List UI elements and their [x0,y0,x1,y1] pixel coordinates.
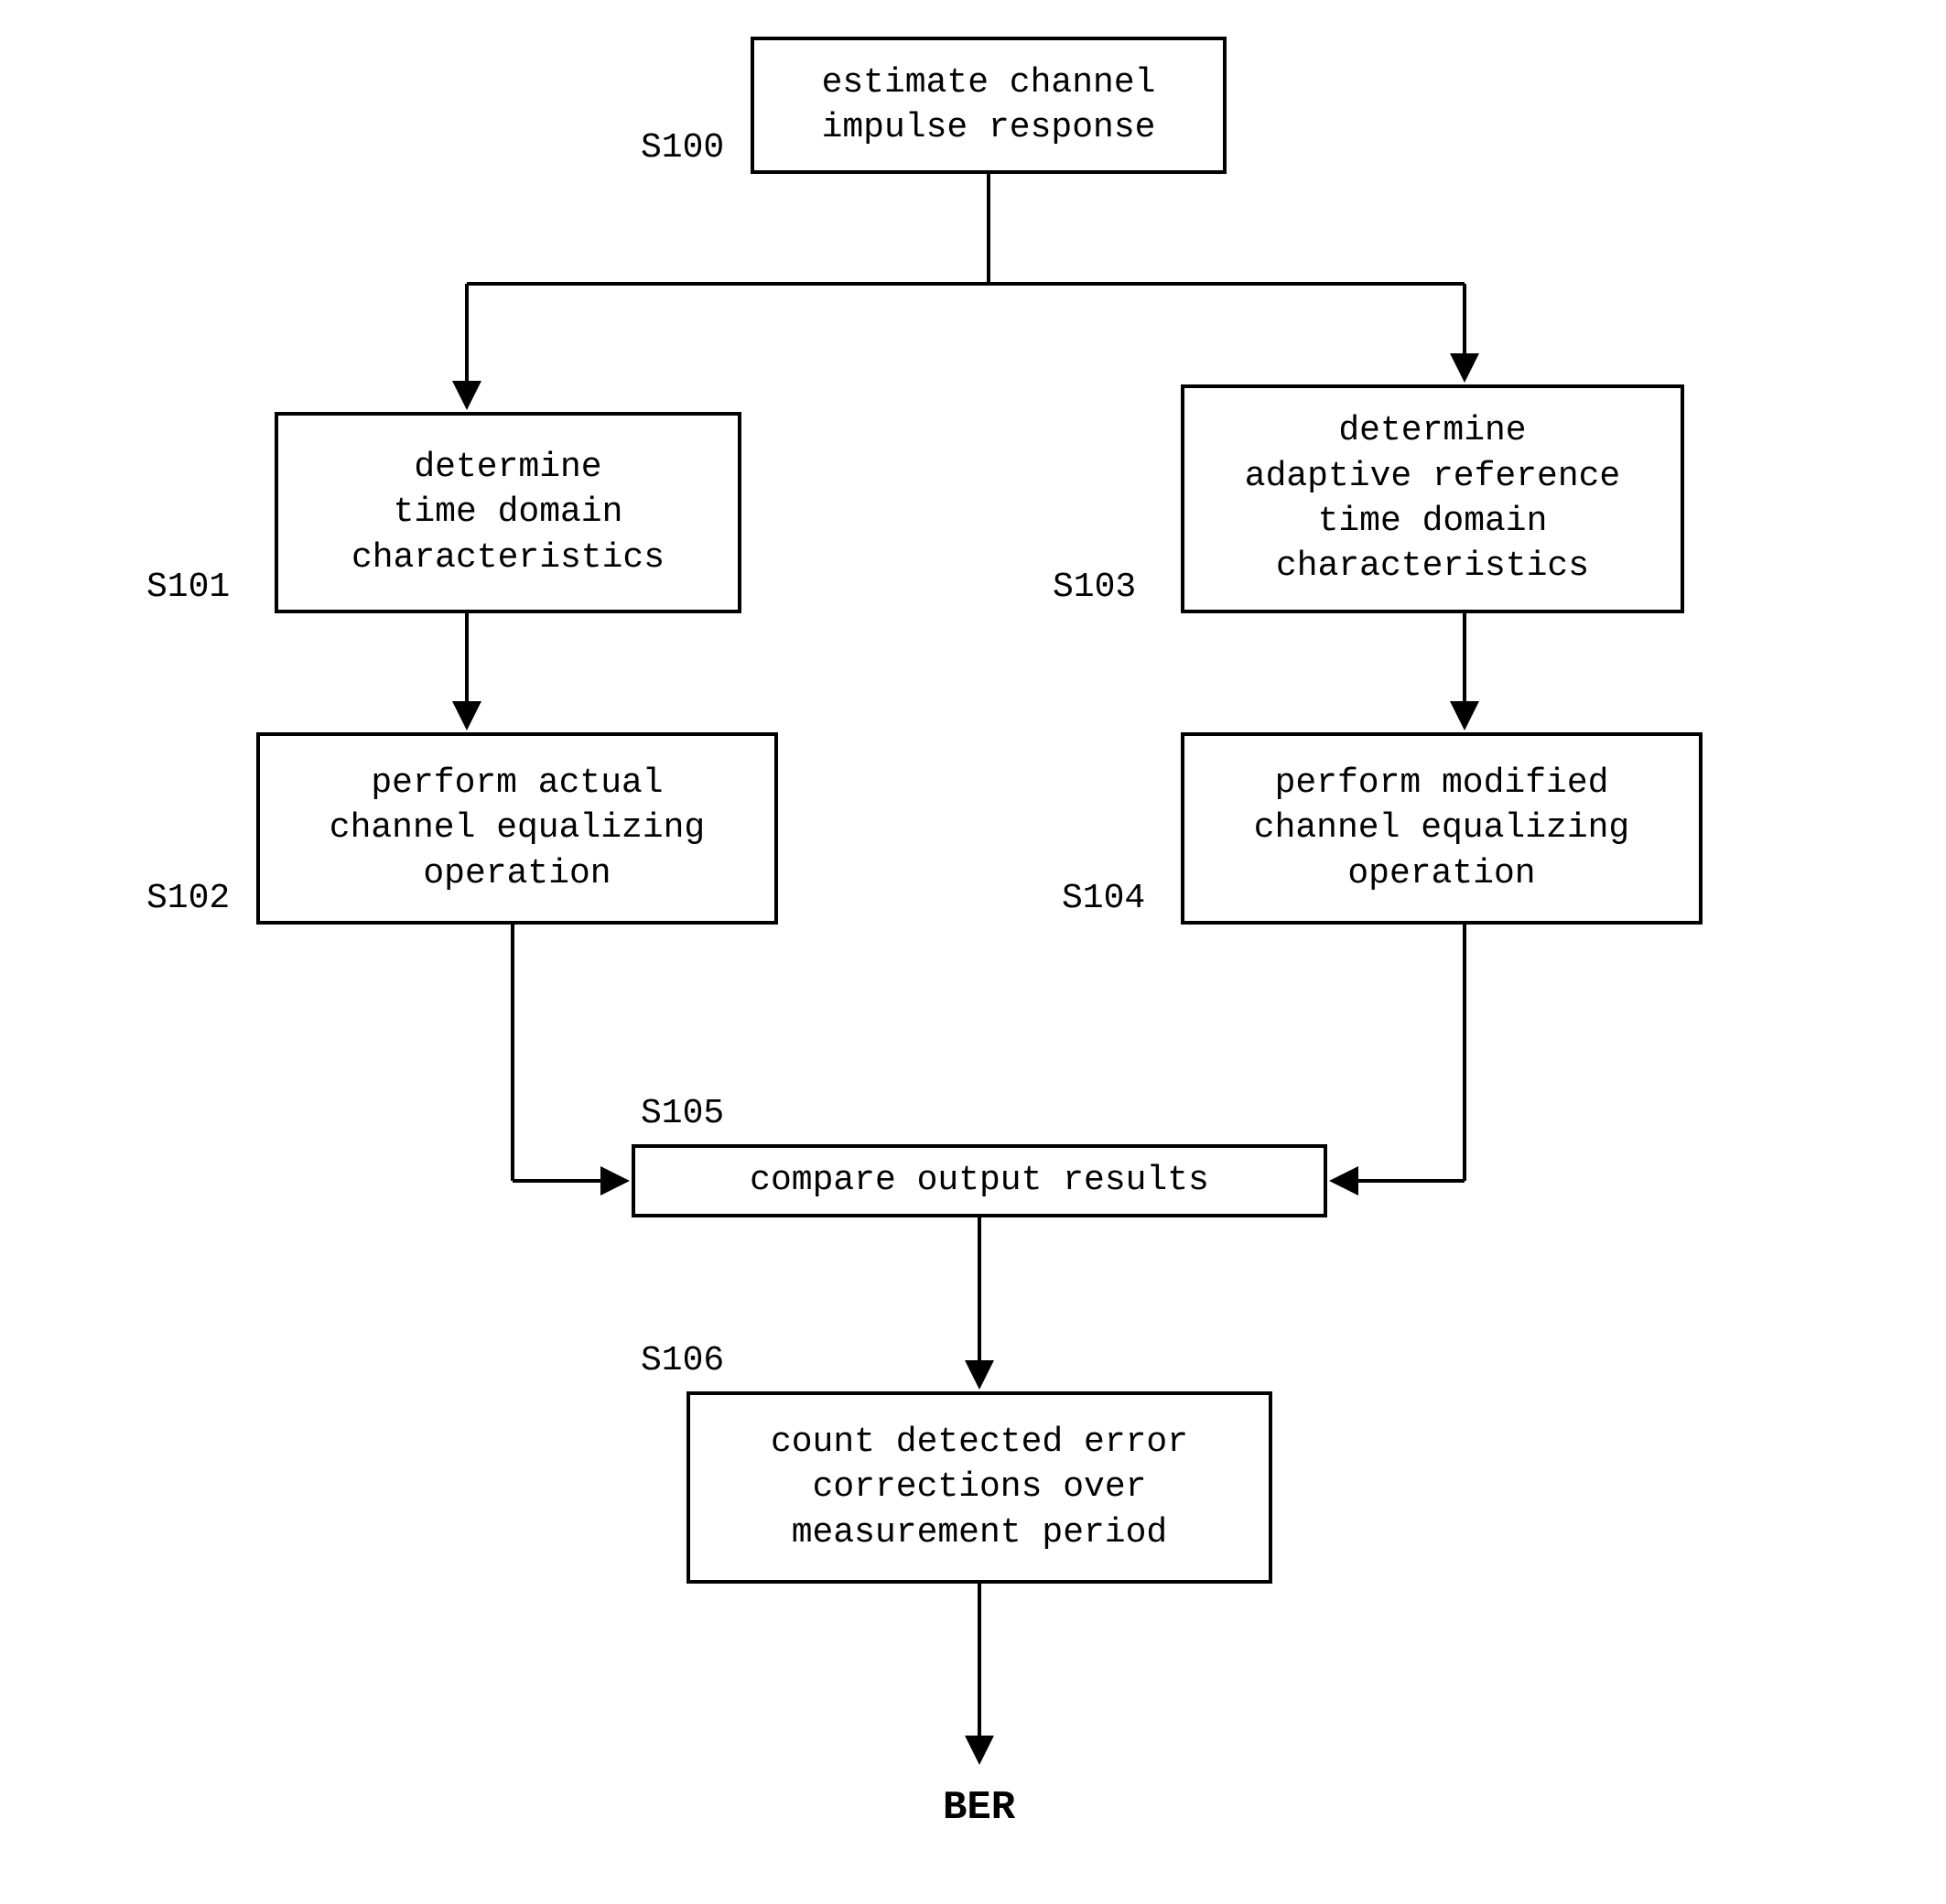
output-ber: BER [943,1785,1015,1831]
node-s105: compare output results [632,1144,1327,1217]
node-s102: perform actual channel equalizing operat… [256,732,778,925]
label-s101: S101 [146,568,230,607]
label-s106: S106 [641,1341,724,1380]
node-s105-text: compare output results [750,1158,1209,1203]
node-s106-text: count detected error corrections over me… [771,1420,1188,1555]
node-s100: estimate channel impulse response [751,37,1227,174]
node-s101-text: determine time domain characteristics [351,445,665,580]
label-s104: S104 [1062,879,1145,918]
label-s105: S105 [641,1094,724,1133]
label-s100: S100 [641,128,724,168]
node-s103: determine adaptive reference time domain… [1181,384,1684,613]
node-s106: count detected error corrections over me… [687,1391,1272,1584]
node-s102-text: perform actual channel equalizing operat… [330,761,705,896]
label-s103: S103 [1053,568,1136,607]
node-s103-text: determine adaptive reference time domain… [1245,408,1620,590]
node-s101: determine time domain characteristics [275,412,741,613]
node-s100-text: estimate channel impulse response [822,60,1156,151]
node-s104-text: perform modified channel equalizing oper… [1254,761,1629,896]
node-s104: perform modified channel equalizing oper… [1181,732,1703,925]
label-s102: S102 [146,879,230,918]
connectors [0,0,1946,1904]
